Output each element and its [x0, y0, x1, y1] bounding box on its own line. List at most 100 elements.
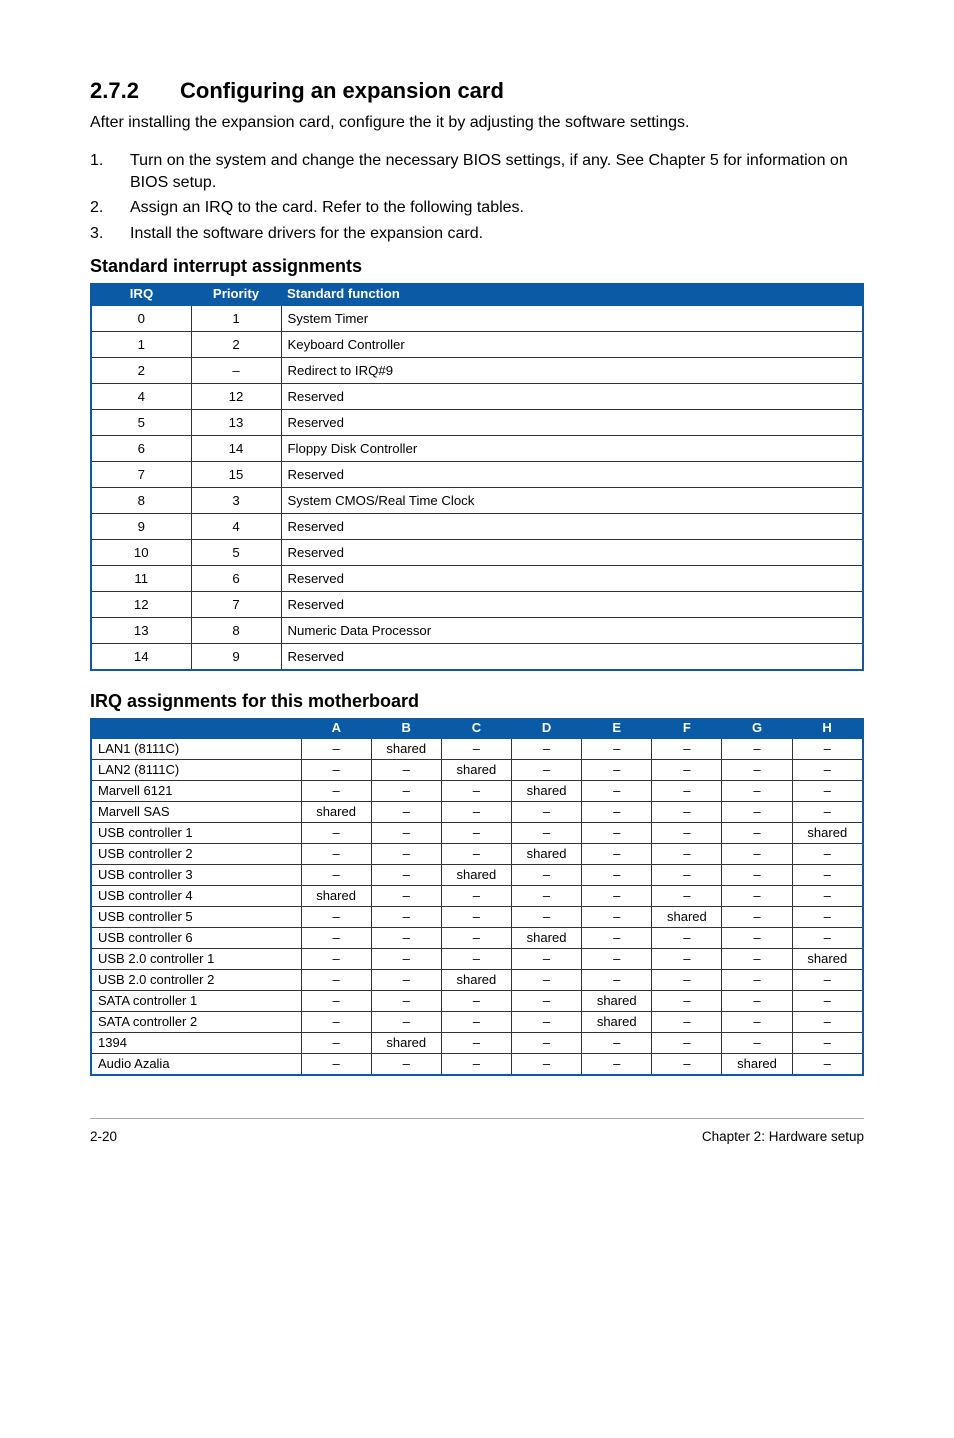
cell-device: USB 2.0 controller 1 [91, 949, 301, 970]
cell-value: – [792, 739, 863, 760]
cell-value: – [371, 1054, 441, 1076]
cell-value: – [301, 991, 371, 1012]
cell-value: – [792, 1012, 863, 1033]
cell-irq: 5 [91, 410, 191, 436]
cell-value: shared [511, 928, 581, 949]
cell-value: – [582, 781, 652, 802]
step-text: Assign an IRQ to the card. Refer to the … [130, 197, 864, 219]
table-row: 138Numeric Data Processor [91, 618, 863, 644]
table-row: 715Reserved [91, 462, 863, 488]
cell-value: shared [301, 886, 371, 907]
table-row: Audio Azalia––––––shared– [91, 1054, 863, 1076]
cell-value: – [652, 781, 722, 802]
cell-device: USB controller 2 [91, 844, 301, 865]
cell-value: shared [582, 991, 652, 1012]
section-number: 2.7.2 [90, 78, 180, 104]
cell-value: – [371, 1012, 441, 1033]
cell-value: shared [582, 1012, 652, 1033]
cell-irq: 13 [91, 618, 191, 644]
cell-value: – [722, 1012, 792, 1033]
cell-priority: 6 [191, 566, 281, 592]
cell-value: – [652, 1012, 722, 1033]
cell-value: – [652, 1054, 722, 1076]
cell-value: – [652, 844, 722, 865]
table-row: USB controller 4shared––––––– [91, 886, 863, 907]
section-heading: Configuring an expansion card [180, 78, 504, 103]
cell-priority: 3 [191, 488, 281, 514]
table-row: USB controller 1–––––––shared [91, 823, 863, 844]
step-number: 3. [90, 223, 130, 245]
cell-function: Reserved [281, 566, 863, 592]
cell-device: USB 2.0 controller 2 [91, 970, 301, 991]
cell-value: – [301, 781, 371, 802]
table1-header-function: Standard function [281, 283, 863, 306]
cell-value: – [441, 928, 511, 949]
table2-header-col: B [371, 718, 441, 739]
intro-paragraph: After installing the expansion card, con… [90, 114, 864, 132]
cell-value: – [301, 760, 371, 781]
cell-function: System CMOS/Real Time Clock [281, 488, 863, 514]
table1-heading: Standard interrupt assignments [90, 256, 864, 277]
cell-value: – [301, 949, 371, 970]
table2-header-col: A [301, 718, 371, 739]
cell-value: – [441, 907, 511, 928]
cell-value: shared [441, 760, 511, 781]
cell-value: – [371, 781, 441, 802]
cell-value: – [301, 739, 371, 760]
cell-value: – [511, 949, 581, 970]
cell-value: – [652, 949, 722, 970]
cell-value: – [511, 1054, 581, 1076]
cell-value: – [582, 970, 652, 991]
cell-value: – [371, 949, 441, 970]
table-row: Marvell SASshared––––––– [91, 802, 863, 823]
cell-priority: 7 [191, 592, 281, 618]
cell-value: – [792, 802, 863, 823]
cell-irq: 8 [91, 488, 191, 514]
cell-value: – [582, 844, 652, 865]
cell-irq: 9 [91, 514, 191, 540]
cell-value: shared [652, 907, 722, 928]
step-item: 3.Install the software drivers for the e… [90, 223, 864, 245]
cell-device: SATA controller 2 [91, 1012, 301, 1033]
cell-function: Numeric Data Processor [281, 618, 863, 644]
section-title: 2.7.2Configuring an expansion card [90, 78, 864, 104]
cell-device: SATA controller 1 [91, 991, 301, 1012]
cell-priority: 1 [191, 306, 281, 332]
cell-value: – [792, 760, 863, 781]
table-row: 614Floppy Disk Controller [91, 436, 863, 462]
cell-device: USB controller 4 [91, 886, 301, 907]
cell-value: shared [792, 823, 863, 844]
cell-value: – [441, 823, 511, 844]
cell-value: – [722, 781, 792, 802]
cell-device: USB controller 6 [91, 928, 301, 949]
cell-value: – [652, 970, 722, 991]
cell-value: – [371, 865, 441, 886]
table-row: SATA controller 1––––shared––– [91, 991, 863, 1012]
cell-value: shared [511, 844, 581, 865]
table2-header-col: F [652, 718, 722, 739]
cell-value: – [652, 802, 722, 823]
footer-chapter-label: Chapter 2: Hardware setup [702, 1129, 864, 1144]
cell-value: – [722, 991, 792, 1012]
cell-device: USB controller 5 [91, 907, 301, 928]
footer-page-number: 2-20 [90, 1129, 117, 1144]
table1-header-irq: IRQ [91, 283, 191, 306]
table-row: USB 2.0 controller 1–––––––shared [91, 949, 863, 970]
cell-irq: 2 [91, 358, 191, 384]
cell-value: – [582, 1033, 652, 1054]
cell-value: – [582, 865, 652, 886]
cell-function: Floppy Disk Controller [281, 436, 863, 462]
cell-value: shared [371, 1033, 441, 1054]
table-row: 12Keyboard Controller [91, 332, 863, 358]
cell-priority: 15 [191, 462, 281, 488]
steps-list: 1.Turn on the system and change the nece… [90, 150, 864, 244]
cell-value: – [441, 781, 511, 802]
table-row: LAN2 (8111C)––shared––––– [91, 760, 863, 781]
cell-value: – [582, 949, 652, 970]
cell-value: – [511, 886, 581, 907]
cell-value: – [371, 823, 441, 844]
cell-irq: 11 [91, 566, 191, 592]
cell-irq: 10 [91, 540, 191, 566]
cell-priority: 8 [191, 618, 281, 644]
cell-irq: 4 [91, 384, 191, 410]
